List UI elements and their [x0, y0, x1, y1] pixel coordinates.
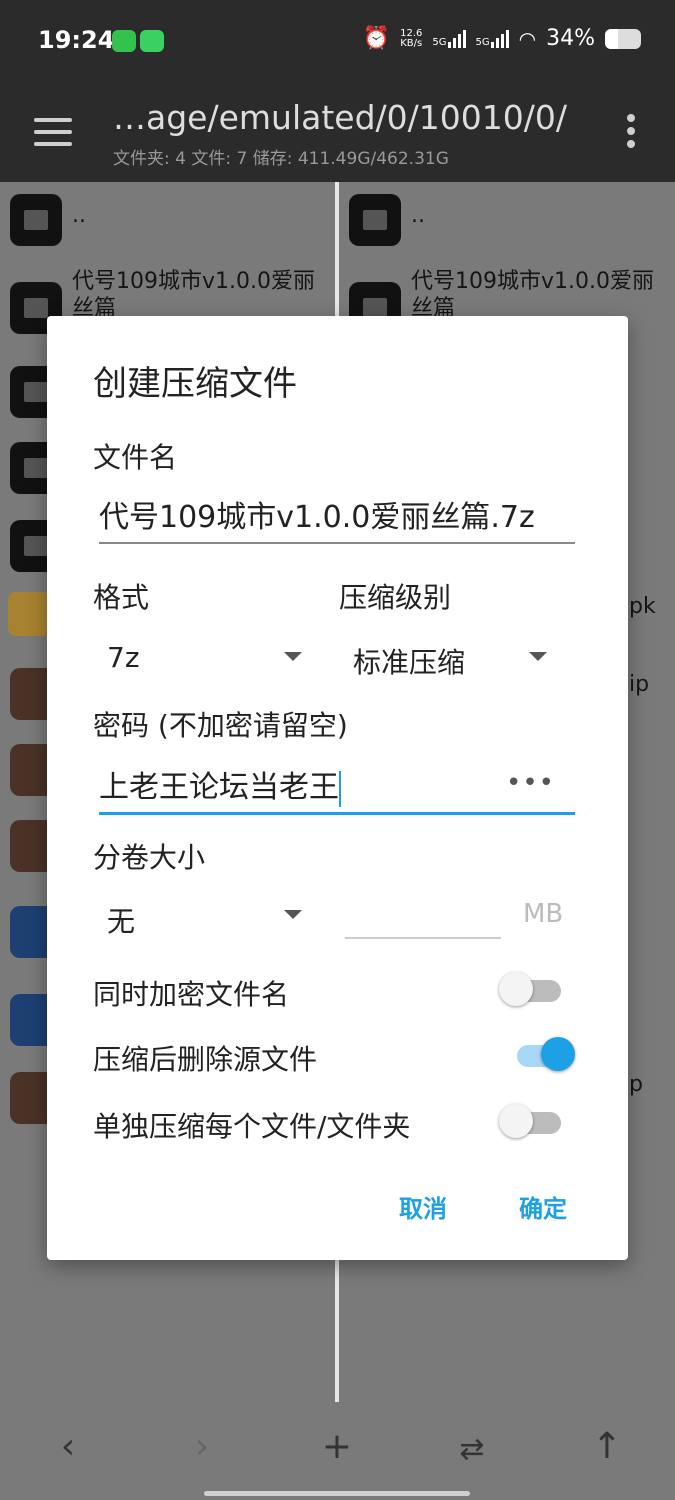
text-cursor: [339, 770, 341, 807]
status-time: 19:24: [38, 26, 115, 54]
add-icon[interactable]: +: [317, 1426, 357, 1467]
hamburger-menu-icon[interactable]: [34, 118, 72, 146]
dropdown-caret-icon: [284, 910, 302, 919]
status-right: ⏰ 12.6 KB/s 5G 5G ◠ 34%: [363, 26, 641, 51]
dropdown-caret-icon: [284, 652, 302, 661]
wechat-icon: [112, 30, 136, 52]
net-speed-value: 12.6: [400, 27, 423, 39]
dialog-title: 创建压缩文件: [93, 364, 297, 404]
folder-icon: [349, 194, 401, 246]
list-item-label: 代号109城市v1.0.0爱丽丝篇: [72, 269, 315, 321]
toggle-label-separate-archives: 单独压缩每个文件/文件夹: [93, 1110, 411, 1143]
split-size-value: 无: [107, 905, 136, 938]
sim1-label: 5G: [432, 36, 447, 48]
filename-label: 文件名: [93, 441, 178, 474]
split-size-label: 分卷大小: [93, 841, 206, 874]
show-password-icon[interactable]: •••: [506, 768, 555, 798]
app-notification-icon: [140, 30, 164, 52]
list-item-label: ..: [411, 203, 425, 228]
storage-info: 文件夹: 4 文件: 7 储存: 411.49G/462.31G: [113, 149, 449, 169]
create-archive-dialog: 创建压缩文件 文件名 代号109城市v1.0.0爱丽丝篇.7z 格式 压缩级别 …: [47, 316, 628, 1260]
sim1-signal: 5G: [432, 29, 466, 48]
swap-icon[interactable]: ⇄: [452, 1432, 492, 1467]
partial-filename: p: [629, 1072, 643, 1097]
signal-icon: [490, 29, 509, 48]
delete-source-switch[interactable]: [513, 1037, 575, 1071]
password-text: 上老王论坛当老王: [99, 770, 339, 805]
current-path[interactable]: …age/emulated/0/10010/0/: [113, 98, 567, 137]
format-label: 格式: [93, 581, 150, 614]
status-bar: 19:24 ⏰ 12.6 KB/s 5G 5G ◠ 34%: [0, 0, 675, 84]
format-select-value: 7z: [107, 641, 140, 674]
wifi-icon: ◠: [518, 26, 537, 51]
folder-icon: [10, 194, 62, 246]
signal-icon: [447, 29, 466, 48]
game-app-icon: [8, 592, 52, 636]
password-label: 密码 (不加密请留空): [93, 709, 348, 742]
compression-level-label: 压缩级别: [339, 581, 452, 614]
sim2-label: 5G: [475, 36, 490, 48]
partial-filename: pk: [629, 594, 656, 619]
sim2-signal: 5G: [475, 29, 509, 48]
split-size-unit: MB: [523, 899, 564, 929]
forward-icon[interactable]: ›: [182, 1426, 222, 1467]
more-options-icon[interactable]: [627, 114, 635, 153]
toggle-label-delete-source: 压缩后删除源文件: [93, 1043, 318, 1076]
toggle-label-encrypt-names: 同时加密文件名: [93, 978, 290, 1011]
alarm-icon: ⏰: [362, 26, 391, 51]
home-indicator[interactable]: [204, 1491, 470, 1496]
battery-percent: 34%: [546, 26, 595, 51]
up-arrow-icon[interactable]: ↑: [587, 1426, 627, 1467]
separate-archives-switch[interactable]: [499, 1104, 561, 1138]
split-size-input[interactable]: [345, 891, 501, 939]
password-input[interactable]: 上老王论坛当老王 •••: [99, 758, 575, 815]
confirm-button[interactable]: 确定: [519, 1189, 567, 1224]
partial-filename: ip: [629, 672, 650, 697]
back-icon[interactable]: ‹: [48, 1426, 88, 1467]
cancel-button[interactable]: 取消: [399, 1189, 447, 1224]
list-item[interactable]: ..: [0, 182, 335, 264]
dropdown-caret-icon: [529, 652, 547, 661]
net-speed: 12.6 KB/s: [400, 27, 423, 49]
list-item-label: ..: [72, 203, 86, 228]
battery-icon: [605, 28, 641, 49]
filename-input[interactable]: 代号109城市v1.0.0爱丽丝篇.7z: [99, 492, 575, 544]
list-item[interactable]: ..: [339, 182, 675, 264]
net-speed-unit: KB/s: [400, 37, 423, 49]
list-item-label: 代号109城市v1.0.0爱丽丝篇: [411, 269, 654, 321]
encrypt-filenames-switch[interactable]: [499, 972, 561, 1006]
compression-level-value: 标准压缩: [353, 646, 466, 679]
